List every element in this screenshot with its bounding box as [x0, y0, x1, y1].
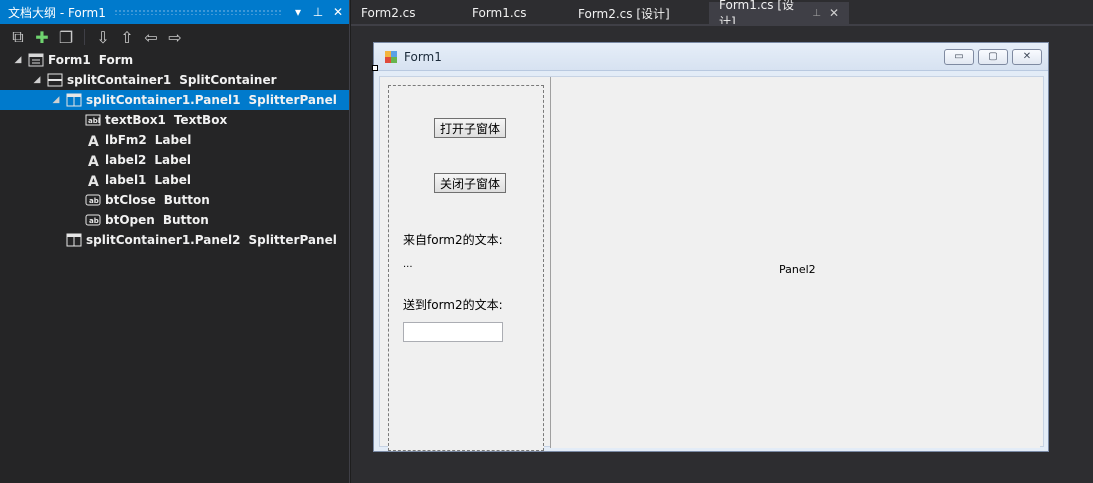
- tree-item-lbfm2[interactable]: AlbFm2 Label: [0, 130, 349, 150]
- tree-item-name: label1: [105, 173, 147, 187]
- tree-item-name: splitContainer1: [67, 73, 172, 87]
- document-tabs: Form2.cs Form1.cs Form2.cs [设计] Form1.cs [设…: [351, 0, 1093, 29]
- move-left-icon[interactable]: ⇦: [141, 27, 161, 47]
- tree-item-textbox1[interactable]: abl textBox1 TextBox: [0, 110, 349, 130]
- form-icon: [28, 53, 44, 67]
- form-icon: [385, 50, 397, 63]
- minimize-icon[interactable]: ▭: [944, 48, 974, 65]
- tree-item-name: btClose: [105, 193, 156, 207]
- tree-item-splitcontainer1[interactable]: ◢ splitContainer1 SplitContainer: [0, 70, 349, 90]
- window-buttons: ▭ ▢ ✕: [944, 48, 1048, 65]
- form-window[interactable]: Form1 ▭ ▢ ✕ 打开子窗体 关闭子窗体 来自form2的文本: ... …: [372, 42, 1049, 452]
- expand-icon[interactable]: ◢: [31, 75, 43, 85]
- open-child-button[interactable]: 打开子窗体: [434, 118, 506, 138]
- tree-item-name: splitContainer1.Panel2: [86, 233, 241, 247]
- tab-label: Form2.cs [设计]: [578, 6, 670, 21]
- tree-item-label1[interactable]: Alabel1 Label: [0, 170, 349, 190]
- splitcontainer-panel1[interactable]: 打开子窗体 关闭子窗体 来自form2的文本: ... 送到form2的文本:: [388, 85, 544, 451]
- tab-form2-cs-[interactable]: Form2.cs [设计]: [568, 2, 708, 24]
- duplicate-icon[interactable]: ❐: [56, 27, 76, 47]
- tree-item-type: Label: [154, 173, 191, 187]
- tree-item-name: textBox1: [105, 113, 166, 127]
- tree-item-type: Form: [98, 53, 134, 67]
- close-icon[interactable]: ✕: [829, 6, 839, 20]
- tree-item-type: Label: [154, 133, 192, 147]
- panel-icon: [66, 93, 82, 107]
- move-down-icon[interactable]: ⇩: [93, 27, 113, 47]
- close-icon[interactable]: ✕: [329, 3, 347, 21]
- svg-text:ab: ab: [89, 217, 99, 225]
- textbox-icon: abl: [85, 113, 101, 127]
- lbfm2-label: ...: [403, 259, 413, 270]
- tab-label: Form1.cs: [472, 6, 527, 20]
- tree-item-name: label2: [105, 153, 147, 167]
- pin-icon[interactable]: ⊥: [812, 8, 821, 19]
- textbox1-input[interactable]: [403, 322, 503, 342]
- tree-item-type: SplitterPanel: [248, 233, 337, 247]
- tree-item-splitcontainer1-panel1[interactable]: ◢ splitContainer1.Panel1 SplitterPanel: [0, 90, 349, 110]
- tree-item-btopen[interactable]: ab btOpen Button: [0, 210, 349, 230]
- titlebar-grip[interactable]: [113, 9, 281, 15]
- maximize-icon[interactable]: ▢: [978, 48, 1008, 65]
- button-icon: ab: [85, 193, 101, 207]
- add-icon[interactable]: ✚: [32, 27, 52, 47]
- form-titlebar: Form1 ▭ ▢ ✕: [374, 43, 1048, 71]
- document-outline-panel: 文档大纲 - Form1 ▾ ⊥ ✕ ⧉ ✚ ❐ ⇩ ⇧ ⇦ ⇨ ◢ Form1 F…: [0, 0, 350, 483]
- svg-text:A: A: [88, 134, 99, 147]
- tree-item-type: Button: [163, 193, 210, 207]
- form-title: Form1: [404, 49, 442, 64]
- tree-item-type: SplitContainer: [179, 73, 277, 87]
- tab-form2-cs[interactable]: Form2.cs: [351, 2, 461, 24]
- expand-icon[interactable]: ◢: [12, 55, 24, 65]
- label-icon: A: [85, 133, 101, 147]
- dropdown-icon[interactable]: ▾: [289, 3, 307, 21]
- copy-icon[interactable]: ⧉: [8, 27, 28, 47]
- tree-item-type: TextBox: [173, 113, 228, 127]
- svg-text:A: A: [88, 174, 99, 187]
- outline-title: 文档大纲 - Form1: [8, 5, 106, 20]
- tree-item-type: Button: [162, 213, 209, 227]
- splitcontainer-icon: [47, 73, 63, 87]
- svg-text:abl: abl: [88, 117, 100, 125]
- move-up-icon[interactable]: ⇧: [117, 27, 137, 47]
- label-from-form2: 来自form2的文本:: [403, 233, 503, 247]
- tab-form1-cs-[interactable]: Form1.cs [设计] ⊥ ✕: [709, 0, 849, 29]
- svg-text:ab: ab: [89, 197, 99, 205]
- close-child-button[interactable]: 关闭子窗体: [434, 173, 506, 193]
- tree-item-type: Label: [154, 153, 191, 167]
- outline-toolbar: ⧉ ✚ ❐ ⇩ ⇧ ⇦ ⇨: [0, 24, 349, 50]
- tree-item-name: Form1: [48, 53, 91, 67]
- toolbar-separator: [84, 29, 85, 45]
- panel2-label: Panel2: [779, 263, 816, 276]
- tree-item-type: SplitterPanel: [248, 93, 337, 107]
- designer-surface: Form1 ▭ ▢ ✕ 打开子窗体 关闭子窗体 来自form2的文本: ... …: [351, 24, 1093, 483]
- expand-icon[interactable]: ◢: [50, 95, 62, 105]
- button-icon: ab: [85, 213, 101, 227]
- outline-tree: ◢ Form1 Form ◢ splitContainer1 SplitContainer…: [0, 50, 349, 250]
- tab-label: Form2.cs: [361, 6, 416, 20]
- splitcontainer-panel2[interactable]: Panel2: [550, 77, 1040, 448]
- tree-item-form1[interactable]: ◢ Form1 Form: [0, 50, 349, 70]
- form-client-area: 打开子窗体 关闭子窗体 来自form2的文本: ... 送到form2的文本: …: [379, 76, 1044, 451]
- label-icon: A: [85, 153, 101, 167]
- tree-item-name: splitContainer1.Panel1: [86, 93, 241, 107]
- move-right-icon[interactable]: ⇨: [165, 27, 185, 47]
- outline-titlebar: 文档大纲 - Form1 ▾ ⊥ ✕: [0, 0, 349, 24]
- tree-item-splitcontainer1-panel2[interactable]: splitContainer1.Panel2 SplitterPanel: [0, 230, 349, 250]
- svg-text:A: A: [88, 154, 99, 167]
- tree-item-name: lbFm2: [105, 133, 147, 147]
- tree-item-label2[interactable]: Alabel2 Label: [0, 150, 349, 170]
- selection-handle[interactable]: [372, 65, 378, 71]
- label-to-form2: 送到form2的文本:: [403, 298, 503, 312]
- pin-icon[interactable]: ⊥: [309, 3, 327, 21]
- tree-item-btclose[interactable]: ab btClose Button: [0, 190, 349, 210]
- panel-icon: [66, 233, 82, 247]
- tree-item-name: btOpen: [105, 213, 155, 227]
- close-window-icon[interactable]: ✕: [1012, 48, 1042, 65]
- tab-form1-cs[interactable]: Form1.cs: [462, 2, 567, 24]
- label-icon: A: [85, 173, 101, 187]
